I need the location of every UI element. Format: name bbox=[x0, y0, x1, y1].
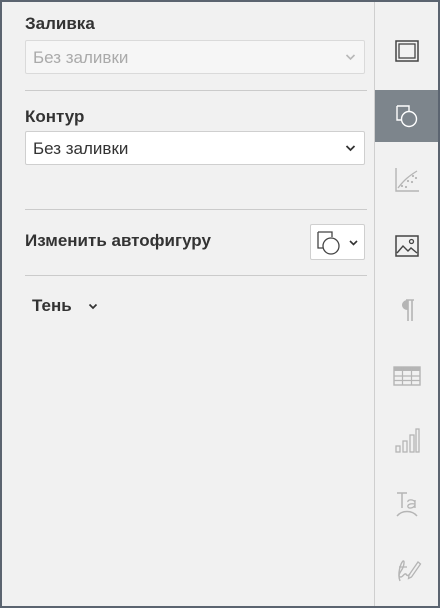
shadow-toggle[interactable]: Тень bbox=[32, 296, 72, 316]
fill-select[interactable]: Без заливки bbox=[25, 40, 365, 74]
sidebar-item-signature[interactable] bbox=[375, 544, 438, 596]
divider bbox=[25, 275, 367, 276]
sidebar-item-paragraph[interactable] bbox=[375, 284, 438, 336]
fill-title: Заливка bbox=[25, 14, 95, 33]
fill-select-value: Без заливки bbox=[33, 48, 129, 67]
sidebar-item-text-art[interactable] bbox=[375, 478, 438, 530]
change-shape-label: Изменить автофигуру bbox=[25, 231, 211, 250]
right-sidebar bbox=[374, 2, 438, 606]
shape-settings-icon bbox=[395, 105, 417, 128]
sidebar-item-shape[interactable] bbox=[375, 90, 438, 142]
stroke-select-value: Без заливки bbox=[33, 139, 129, 158]
chart-settings-icon bbox=[394, 168, 419, 192]
sidebar-item-slide[interactable] bbox=[375, 25, 438, 77]
chart-bars-icon bbox=[394, 428, 420, 453]
divider bbox=[25, 90, 367, 91]
divider bbox=[25, 209, 367, 210]
sidebar-item-chart[interactable] bbox=[375, 154, 438, 206]
slide-settings-icon bbox=[394, 40, 419, 62]
chevron-down-icon[interactable] bbox=[88, 303, 98, 310]
table-settings-icon bbox=[392, 366, 421, 386]
change-shape-button[interactable] bbox=[310, 224, 365, 260]
window-frame: Заливка Без заливки Контур Без заливки И… bbox=[0, 0, 440, 608]
image-settings-icon bbox=[394, 235, 419, 257]
signature-icon bbox=[397, 560, 421, 582]
chevron-down-icon bbox=[345, 145, 356, 152]
text-art-icon bbox=[395, 492, 418, 517]
sidebar-item-table[interactable] bbox=[375, 350, 438, 402]
shapes-icon bbox=[317, 231, 358, 255]
chevron-down-icon bbox=[345, 54, 356, 61]
shape-settings-panel: Заливка Без заливки Контур Без заливки И… bbox=[2, 2, 374, 606]
paragraph-settings-icon bbox=[401, 299, 414, 321]
shadow-label: Тень bbox=[32, 296, 72, 315]
sidebar-item-chart-bars[interactable] bbox=[375, 414, 438, 466]
stroke-title: Контур bbox=[25, 107, 85, 126]
stroke-select[interactable]: Без заливки bbox=[25, 131, 365, 165]
sidebar-item-image[interactable] bbox=[375, 220, 438, 272]
